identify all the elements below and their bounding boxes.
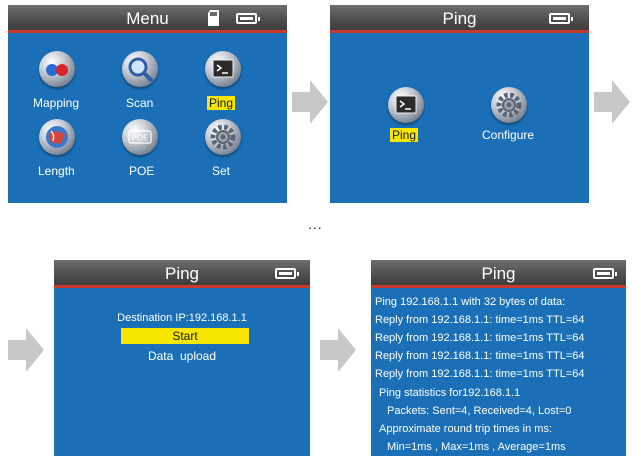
result-line: Approximate round trip times in ms: — [379, 423, 553, 435]
poe-icon: POE — [122, 119, 158, 155]
ping-menu-screen: Ping Ping Configure — [330, 5, 589, 203]
menu-screen: Menu Mapping Scan Ping Length POE POE Se… — [8, 5, 287, 203]
ping-result-screen: Ping Ping 192.168.1.1 with 32 bytes of d… — [371, 260, 626, 456]
settings-gear-icon — [491, 87, 527, 123]
result-line: Ping 192.168.1.1 with 32 bytes of data: — [375, 296, 566, 308]
battery-icon — [593, 268, 617, 279]
result-line: Packets: Sent=4, Received=4, Lost=0 — [387, 405, 572, 417]
menu-item-label: POE — [129, 164, 155, 178]
arrow-right-icon — [292, 80, 328, 124]
menu-item-label: Set — [212, 164, 231, 178]
result-line: Reply from 192.168.1.1: time=1ms TTL=64 — [375, 332, 585, 344]
result-line: Reply from 192.168.1.1: time=1ms TTL=64 — [375, 350, 585, 362]
battery-icon — [236, 13, 260, 24]
title-bar: Ping — [371, 260, 626, 288]
destination-ip: Destination IP:192.168.1.1 — [117, 312, 247, 324]
continuation-ellipsis: ... — [308, 216, 323, 232]
ping-icon — [205, 51, 241, 87]
menu-item-label: Mapping — [33, 96, 80, 110]
mapping-icon — [39, 51, 75, 87]
result-line: Min=1ms , Max=1ms , Average=1ms — [387, 441, 566, 453]
result-line: Ping statistics for192.168.1.1 — [379, 387, 521, 399]
data-upload-button[interactable]: Data upload — [54, 349, 310, 363]
sd-card-icon — [208, 10, 219, 26]
ping-start-screen: Ping Destination IP:192.168.1.1 Start Da… — [54, 260, 310, 456]
ping-label: Ping — [390, 128, 419, 142]
ping-title: Ping — [481, 264, 516, 283]
menu-item-label: Scan — [126, 96, 154, 110]
title-bar: Ping — [54, 260, 310, 288]
arrow-right-icon — [8, 328, 44, 372]
ping-title: Ping — [164, 264, 200, 283]
length-icon — [39, 119, 75, 155]
arrow-right-icon — [320, 328, 356, 372]
configure-label: Configure — [482, 128, 535, 142]
start-button[interactable]: Start — [121, 328, 249, 344]
svg-text:POE: POE — [132, 134, 149, 143]
arrow-right-icon — [594, 80, 630, 124]
scan-icon — [122, 51, 158, 87]
menu-item-label: Length — [38, 164, 75, 178]
result-line: Reply from 192.168.1.1: time=1ms TTL=64 — [375, 368, 585, 380]
menu-item-label: Ping — [207, 96, 236, 110]
ping-icon — [388, 87, 424, 123]
battery-icon — [275, 268, 299, 279]
battery-icon — [549, 13, 573, 24]
settings-gear-icon — [205, 119, 241, 155]
title-bar: Ping — [330, 5, 589, 33]
result-line: Reply from 192.168.1.1: time=1ms TTL=64 — [375, 314, 585, 326]
title-bar: Menu — [8, 5, 287, 33]
